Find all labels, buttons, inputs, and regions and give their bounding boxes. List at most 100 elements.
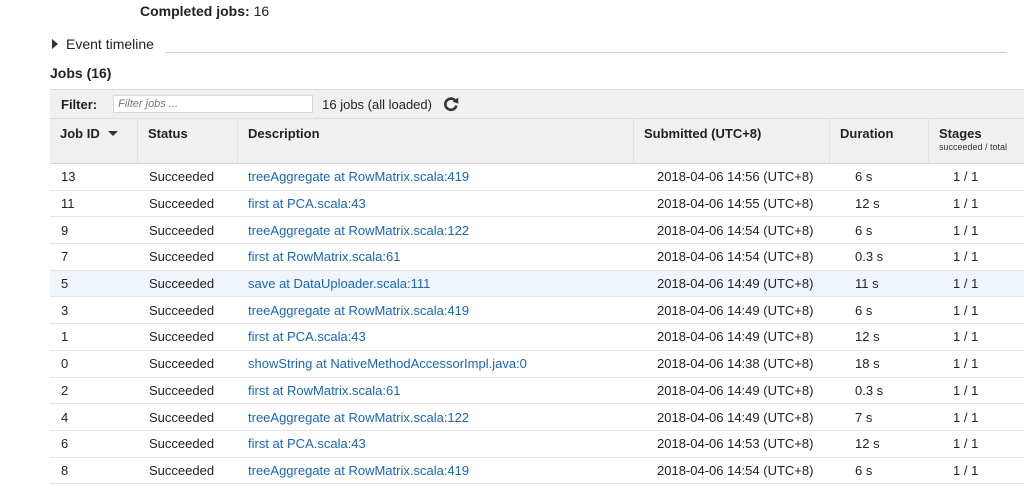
description-link[interactable]: first at RowMatrix.scala:61: [248, 249, 400, 264]
filter-input[interactable]: [113, 95, 314, 113]
submitted-cell: 2018-04-06 14:56 (UTC+8): [657, 169, 814, 185]
table-row: 2 Succeeded first at RowMatrix.scala:61 …: [50, 378, 1024, 405]
stages-cell: 1 / 1: [953, 436, 979, 452]
stages-cell: 1 / 1: [953, 169, 979, 185]
description-link[interactable]: first at RowMatrix.scala:61: [248, 383, 400, 398]
table-header: Job ID Status Description Submitted (UTC…: [50, 119, 1024, 164]
stages-cell: 1 / 1: [953, 249, 979, 265]
filter-count: 16 jobs (all loaded): [322, 96, 432, 112]
description-cell: treeAggregate at RowMatrix.scala:122: [248, 217, 469, 243]
job-id-cell: 7: [61, 249, 69, 265]
refresh-icon[interactable]: [442, 95, 460, 113]
job-id-cell: 4: [61, 409, 69, 425]
column-header-description[interactable]: Description: [238, 119, 634, 163]
timeline-divider: [165, 52, 1007, 53]
description-link[interactable]: first at PCA.scala:43: [248, 436, 366, 451]
duration-cell: 6 s: [855, 222, 873, 238]
stages-cell: 1 / 1: [953, 302, 979, 318]
description-link[interactable]: first at PCA.scala:43: [248, 196, 366, 211]
submitted-cell: 2018-04-06 14:54 (UTC+8): [657, 249, 814, 265]
table-row: 1 Succeeded first at PCA.scala:43 2018-0…: [50, 324, 1024, 351]
event-timeline-label: Event timeline: [66, 36, 154, 52]
table-row: 3 Succeeded treeAggregate at RowMatrix.s…: [50, 297, 1024, 325]
stages-cell: 1 / 1: [953, 196, 979, 212]
description-cell: treeAggregate at RowMatrix.scala:122: [248, 404, 469, 430]
description-cell: first at PCA.scala:43: [248, 431, 366, 457]
description-link[interactable]: save at DataUploader.scala:111: [248, 276, 430, 291]
column-header-status[interactable]: Status: [138, 119, 238, 163]
submitted-cell: 2018-04-06 14:54 (UTC+8): [657, 222, 814, 238]
sort-down-icon: [107, 131, 118, 137]
table-row: 13 Succeeded treeAggregate at RowMatrix.…: [50, 164, 1024, 191]
status-cell: Succeeded: [149, 356, 215, 372]
submitted-cell: 2018-04-06 14:49 (UTC+8): [657, 382, 814, 398]
status-cell: Succeeded: [149, 249, 215, 265]
job-id-cell: 13: [61, 169, 76, 185]
description-link[interactable]: showString at NativeMethodAccessorImpl.j…: [248, 356, 527, 371]
stages-cell: 1 / 1: [953, 329, 979, 345]
jobs-heading: Jobs (16): [50, 65, 112, 81]
duration-cell: 0.3 s: [855, 382, 884, 398]
job-id-cell: 5: [61, 276, 69, 292]
jobs-table: Filter: 16 jobs (all loaded) Job ID Stat…: [50, 89, 1024, 485]
stages-cell: 1 / 1: [953, 356, 979, 372]
job-id-cell: 2: [61, 382, 69, 398]
job-id-cell: 1: [61, 329, 69, 345]
table-row: 9 Succeeded treeAggregate at RowMatrix.s…: [50, 217, 1024, 245]
duration-cell: 6 s: [855, 169, 873, 185]
description-link[interactable]: treeAggregate at RowMatrix.scala:419: [248, 303, 469, 318]
duration-cell: 6 s: [855, 462, 873, 478]
submitted-cell: 2018-04-06 14:55 (UTC+8): [657, 196, 814, 212]
table-row: 0 Succeeded showString at NativeMethodAc…: [50, 351, 1024, 378]
submitted-cell: 2018-04-06 14:49 (UTC+8): [657, 276, 814, 292]
stages-header-sublabel: succeeded / total: [939, 142, 1008, 152]
description-cell: first at RowMatrix.scala:61: [248, 378, 400, 404]
job-id-header-label: Job ID: [60, 126, 100, 141]
status-cell: Succeeded: [149, 462, 215, 478]
status-cell: Succeeded: [149, 382, 215, 398]
stages-cell: 1 / 1: [953, 222, 979, 238]
stages-cell: 1 / 1: [953, 462, 979, 478]
column-header-job-id[interactable]: Job ID: [50, 119, 138, 163]
description-cell: first at PCA.scala:43: [248, 324, 366, 350]
description-header-label: Description: [248, 126, 320, 141]
description-link[interactable]: treeAggregate at RowMatrix.scala:122: [248, 223, 469, 238]
description-link[interactable]: treeAggregate at RowMatrix.scala:419: [248, 463, 469, 478]
status-cell: Succeeded: [149, 169, 215, 185]
job-id-cell: 8: [61, 462, 69, 478]
status-cell: Succeeded: [149, 196, 215, 212]
description-link[interactable]: first at PCA.scala:43: [248, 329, 366, 344]
description-cell: treeAggregate at RowMatrix.scala:419: [248, 297, 469, 323]
description-cell: treeAggregate at RowMatrix.scala:419: [248, 458, 469, 484]
duration-cell: 18 s: [855, 356, 880, 372]
job-id-cell: 6: [61, 436, 69, 452]
submitted-cell: 2018-04-06 14:38 (UTC+8): [657, 356, 814, 372]
status-cell: Succeeded: [149, 222, 215, 238]
triangle-right-icon: [52, 39, 58, 49]
job-id-cell: 0: [61, 356, 69, 372]
duration-cell: 11 s: [855, 276, 879, 292]
duration-cell: 12 s: [855, 329, 880, 345]
job-id-cell: 9: [61, 222, 69, 238]
table-row: 4 Succeeded treeAggregate at RowMatrix.s…: [50, 404, 1024, 431]
table-body: 13 Succeeded treeAggregate at RowMatrix.…: [50, 164, 1024, 485]
event-timeline-toggle[interactable]: Event timeline: [52, 35, 1007, 53]
duration-header-label: Duration: [840, 126, 894, 141]
description-cell: first at RowMatrix.scala:61: [248, 244, 400, 270]
table-row: 7 Succeeded first at RowMatrix.scala:61 …: [50, 244, 1024, 271]
stages-cell: 1 / 1: [953, 276, 979, 292]
spark-jobs-page: Completed jobs: 16 Event timeline Jobs (…: [0, 0, 1024, 490]
submitted-cell: 2018-04-06 14:54 (UTC+8): [657, 462, 814, 478]
completed-jobs-summary: Completed jobs: 16: [140, 2, 269, 20]
duration-cell: 0.3 s: [855, 249, 884, 265]
submitted-cell: 2018-04-06 14:49 (UTC+8): [657, 329, 814, 345]
status-cell: Succeeded: [149, 329, 215, 345]
status-cell: Succeeded: [149, 436, 215, 452]
column-header-submitted[interactable]: Submitted (UTC+8): [634, 119, 830, 163]
description-link[interactable]: treeAggregate at RowMatrix.scala:419: [248, 169, 469, 184]
column-header-duration[interactable]: Duration: [830, 119, 929, 163]
duration-cell: 7 s: [855, 409, 873, 425]
column-header-stages[interactable]: Stages succeeded / total: [929, 119, 1024, 163]
description-link[interactable]: treeAggregate at RowMatrix.scala:122: [248, 410, 469, 425]
submitted-cell: 2018-04-06 14:53 (UTC+8): [657, 436, 814, 452]
